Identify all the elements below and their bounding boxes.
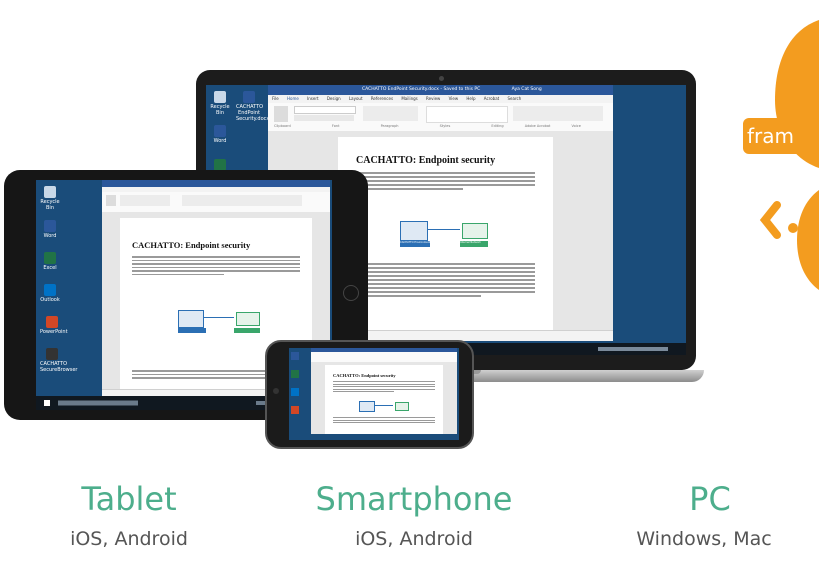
tab-view[interactable]: View (449, 96, 459, 101)
ribbon-buttons[interactable] (182, 195, 302, 206)
tablet-platforms: iOS, Android (70, 528, 188, 550)
camera-icon (273, 388, 279, 394)
server-icon (236, 312, 260, 326)
monitor-icon (178, 310, 204, 328)
diagram-label-internal: Internal Network (460, 241, 488, 247)
desktop-icon-docx[interactable]: CACHATTO EndPoint Security.docx (236, 91, 269, 122)
acrobat-buttons[interactable] (513, 106, 603, 121)
server-icon (395, 402, 409, 411)
monitor-icon (359, 401, 375, 412)
paste-icon[interactable] (274, 106, 288, 122)
brand-badge-text: fram (747, 124, 795, 148)
connection-line (375, 405, 393, 406)
ribbon-tabs: File Home Insert Design Layout Reference… (268, 95, 613, 103)
start-icon[interactable] (44, 400, 50, 406)
font-format-buttons[interactable] (294, 115, 354, 121)
tab-file[interactable]: File (272, 96, 279, 101)
smartphone-label: Smartphone (315, 480, 513, 518)
desktop-icon-recycle-bin[interactable]: Recycle Bin (40, 186, 60, 211)
desktop-icon-powerpoint[interactable] (291, 406, 299, 414)
pc-platforms: Windows, Mac (636, 528, 772, 550)
desktop-icon-excel[interactable] (291, 370, 299, 378)
server-icon (462, 223, 488, 239)
tablet-label: Tablet (81, 480, 177, 518)
document-page[interactable]: CACHATTO: Endpoint security (325, 365, 443, 434)
connection-line (428, 229, 460, 230)
ribbon-group-labels: Clipboard Font Paragraph Styles Editing … (274, 124, 581, 128)
desktop-icon-word[interactable] (291, 352, 299, 360)
brand-decoration: fram (735, 0, 819, 300)
taskbar-apps[interactable] (58, 400, 138, 406)
desktop-icon-securebrowser[interactable]: CACHATTO SecureBrowser (40, 348, 77, 373)
document-diagram (178, 304, 264, 338)
desktop-icon-powerpoint[interactable]: PowerPoint (40, 316, 68, 335)
desktop-icon-excel[interactable]: Excel (40, 252, 60, 271)
tab-acrobat[interactable]: Acrobat (484, 96, 499, 101)
pc-label: PC (689, 480, 731, 518)
desktop-icon-outlook[interactable]: Outlook (40, 284, 60, 303)
tab-insert[interactable]: Insert (307, 96, 318, 101)
system-tray[interactable] (598, 347, 668, 351)
tab-mailings[interactable]: Mailings (401, 96, 417, 101)
tab-search[interactable]: Search (508, 96, 522, 101)
word-window: CACHATTO: Endpoint security (311, 348, 457, 434)
document-area: CACHATTO: Endpoint security (311, 362, 457, 434)
smartphone-platforms: iOS, Android (355, 528, 473, 550)
tab-layout[interactable]: Layout (349, 96, 363, 101)
desktop-icon-recycle-bin[interactable]: Recycle Bin (210, 91, 230, 116)
smartphone-device: CACHATTO: Endpoint security (265, 340, 474, 449)
desktop-icon-outlook[interactable] (291, 388, 299, 396)
font-format-buttons[interactable] (120, 195, 170, 206)
ribbon: Clipboard Font Paragraph Styles Editing … (268, 103, 613, 132)
monitor-icon (400, 221, 428, 241)
diagram-label-bar (178, 328, 206, 333)
tab-references[interactable]: References (371, 96, 393, 101)
camera-icon (439, 76, 444, 81)
tab-help[interactable]: Help (466, 96, 475, 101)
paragraph-buttons[interactable] (363, 106, 418, 121)
tab-design[interactable]: Design (327, 96, 341, 101)
word-title-bar (102, 180, 330, 187)
document-page[interactable]: CACHATTO: Endpoint security CACHATTO Env… (338, 137, 553, 331)
tab-review[interactable]: Review (426, 96, 440, 101)
ribbon (102, 192, 330, 213)
diagram-label-cachatto: CACHATTO Environment (400, 241, 430, 247)
document-heading: CACHATTO: Endpoint security (333, 373, 396, 378)
word-title-bar: CACHATTO EndPoint Security.docx - Saved … (268, 85, 613, 95)
tablet-home-button[interactable] (343, 285, 359, 301)
document-heading: CACHATTO: Endpoint security (132, 240, 251, 250)
styles-gallery[interactable] (426, 106, 508, 123)
desktop-icon-word[interactable]: Word (210, 125, 230, 144)
paste-icon[interactable] (106, 195, 116, 206)
smartphone-screen: CACHATTO: Endpoint security (289, 348, 459, 440)
diagram-label-bar (234, 328, 260, 333)
font-select[interactable] (294, 106, 356, 114)
document-heading: CACHATTO: Endpoint security (356, 155, 496, 166)
tab-home[interactable]: Home (287, 96, 299, 101)
document-diagram: CACHATTO Environment Internal Network (400, 215, 490, 251)
desktop-icon-word[interactable]: Word (40, 220, 60, 239)
connection-line (204, 317, 234, 318)
